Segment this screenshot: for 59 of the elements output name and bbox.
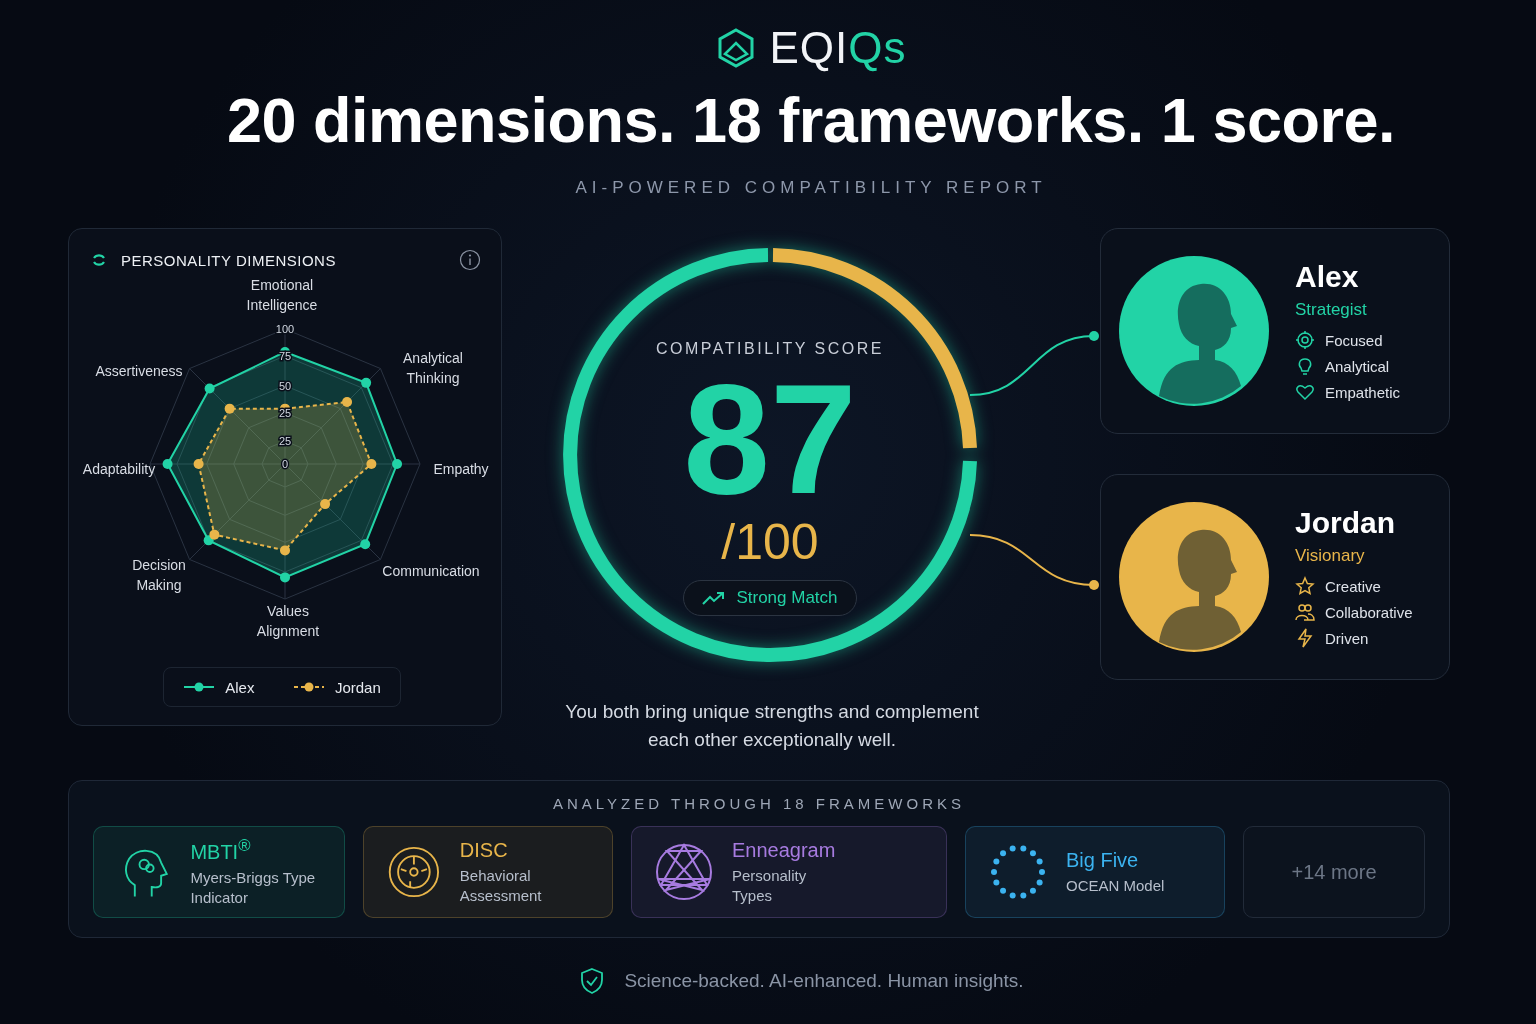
trait-label: Driven xyxy=(1325,629,1369,647)
score-label: COMPATIBILITY SCORE xyxy=(656,340,884,358)
headline: 20 dimensions. 18 frameworks. 1 score. xyxy=(226,84,1396,156)
legend-label: Alex xyxy=(225,678,255,696)
axis-label: Empathy xyxy=(432,460,490,479)
subtitle: AI-POWERED COMPATIBILITY REPORT xyxy=(575,178,1047,198)
axis-label: Adaptability xyxy=(81,460,157,479)
framework-description: Personality Types xyxy=(732,865,808,906)
axis-label: Values Alignment xyxy=(255,602,321,641)
trait-label: Analytical xyxy=(1325,357,1390,375)
framework-card[interactable]: MBTI$^{®}$ Myers-Briggs Type Indicator xyxy=(93,826,345,918)
ring-label: 0 xyxy=(281,458,289,470)
info-icon[interactable] xyxy=(459,249,481,271)
target-icon xyxy=(1295,330,1315,350)
lightning-icon xyxy=(1295,628,1315,648)
badge-label: Strong Match xyxy=(736,588,838,608)
summary-text: You both bring unique strengths and complement each other exceptionally well. xyxy=(564,700,980,752)
trait-label: Collaborative xyxy=(1325,603,1413,621)
framework-description: OCEAN Model xyxy=(1066,875,1165,896)
axis-label: Decision Making xyxy=(131,556,187,595)
trend-up-icon xyxy=(702,590,727,606)
framework-card[interactable]: Enneagram Personality Types xyxy=(631,826,947,918)
star-icon xyxy=(1295,576,1315,596)
profile-role: Strategist xyxy=(1295,300,1368,320)
legend-label: Jordan xyxy=(334,678,381,696)
framework-name: Enneagram xyxy=(732,838,836,862)
axis-label: Assertiveness xyxy=(94,362,184,381)
ring-label: 50 xyxy=(278,379,292,392)
ring-label: 25 xyxy=(278,435,292,448)
footer-text: Science-backed. AI-enhanced. Human insights. xyxy=(624,970,1024,992)
profile-role: Visionary xyxy=(1295,546,1366,566)
profile-name: Jordan xyxy=(1295,506,1397,540)
shield-check-icon xyxy=(580,968,605,994)
logo-text: EQI xyxy=(769,23,849,73)
trait-label: Empathetic xyxy=(1325,383,1401,401)
score-value: 87 xyxy=(683,364,857,514)
frameworks-title: ANALYZED THROUGH 18 FRAMEWORKS xyxy=(552,795,966,812)
heart-icon xyxy=(1295,382,1315,402)
axis-label: Communication xyxy=(381,562,481,581)
more-frameworks-card[interactable]: +14 more xyxy=(1243,826,1425,918)
logo-text-accent: Qs xyxy=(848,23,907,73)
trait-label: Creative xyxy=(1325,577,1381,595)
framework-description: Behavioral Assessment xyxy=(459,865,543,906)
trait-label: Focused xyxy=(1325,331,1383,349)
framework-description: Myers-Briggs Type Indicator xyxy=(190,867,317,908)
framework-name: DISC xyxy=(459,838,509,862)
profile-name: Alex xyxy=(1295,260,1360,294)
score-max: /100 xyxy=(721,514,819,570)
axis-label: Emotional Intelligence xyxy=(245,276,319,315)
refresh-icon xyxy=(91,252,107,268)
framework-name: MBTI$^{®}$ xyxy=(190,836,252,864)
framework-name: Big Five xyxy=(1066,848,1140,872)
framework-card[interactable]: DISC Behavioral Assessment xyxy=(363,826,613,918)
axis-label: Analytical Thinking xyxy=(402,349,464,388)
panel-title: PERSONALITY DIMENSIONS xyxy=(121,251,336,269)
framework-card[interactable]: Big Five OCEAN Model xyxy=(965,826,1225,918)
ring-label: 75 xyxy=(278,350,292,362)
people-icon xyxy=(1295,602,1315,622)
ring-label: 100 xyxy=(275,323,295,335)
